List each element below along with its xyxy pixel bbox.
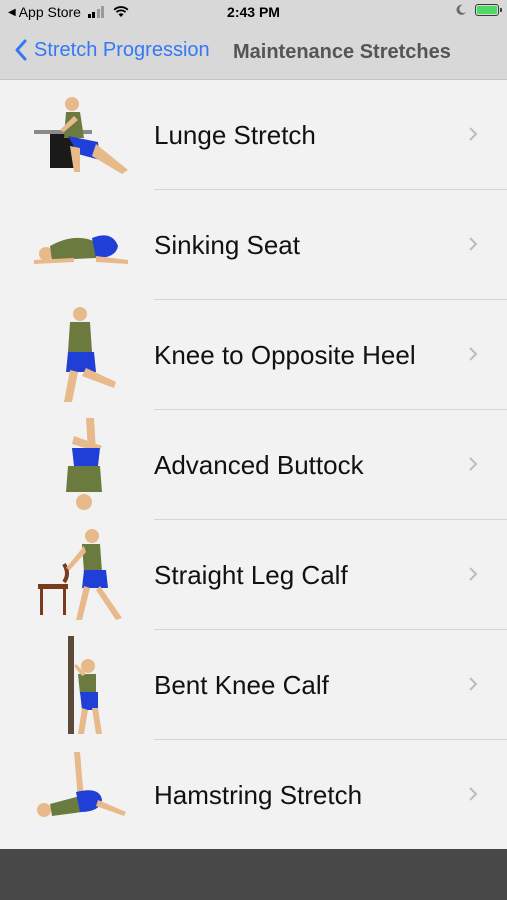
stretch-list: Lunge Stretch Sinking Seat Knee to Oppos… xyxy=(0,80,507,850)
list-item[interactable]: Advanced Buttock xyxy=(0,410,507,520)
chevron-right-icon xyxy=(469,127,478,141)
hamstring-stretch-illustration xyxy=(37,752,126,817)
stretch-label: Straight Leg Calf xyxy=(154,560,348,590)
list-item[interactable]: Bent Knee Calf xyxy=(0,630,507,740)
list-item[interactable]: Knee to Opposite Heel xyxy=(0,300,507,410)
chevron-right-icon xyxy=(469,237,478,251)
chevron-left-icon xyxy=(15,39,27,61)
clock: 2:43 PM xyxy=(227,4,280,20)
back-button-label: Stretch Progression xyxy=(34,38,210,61)
chevron-right-icon xyxy=(469,567,478,581)
stretch-label: Advanced Buttock xyxy=(154,450,364,480)
list-item[interactable]: Sinking Seat xyxy=(0,190,507,300)
list-item[interactable]: Straight Leg Calf xyxy=(0,520,507,630)
list-item[interactable]: Hamstring Stretch xyxy=(0,740,507,850)
status-bar: ◀ App Store 2:43 PM xyxy=(0,0,507,26)
stretch-label: Hamstring Stretch xyxy=(154,780,363,810)
navigation-bar: Stretch Progression Maintenance Stretche… xyxy=(0,26,507,80)
bottom-toolbar xyxy=(0,849,507,900)
lunge-stretch-illustration xyxy=(34,97,128,174)
advanced-buttock-illustration xyxy=(66,418,102,510)
bent-knee-calf-illustration xyxy=(68,636,102,734)
stretch-label: Knee to Opposite Heel xyxy=(154,340,416,370)
list-item[interactable]: Lunge Stretch xyxy=(0,80,507,190)
sinking-seat-illustration xyxy=(34,235,128,264)
chevron-right-icon xyxy=(469,457,478,471)
moon-icon xyxy=(456,4,466,15)
stretch-label: Lunge Stretch xyxy=(154,120,316,150)
straight-leg-calf-illustration xyxy=(38,529,122,620)
page-title: Maintenance Stretches xyxy=(233,41,451,63)
chevron-right-icon xyxy=(469,677,478,691)
chevron-right-icon xyxy=(469,347,478,361)
knee-to-opposite-heel-illustration xyxy=(64,307,116,402)
stretch-label: Sinking Seat xyxy=(154,230,300,260)
battery-icon xyxy=(475,4,502,16)
stretch-label: Bent Knee Calf xyxy=(154,670,329,700)
back-button[interactable]: Stretch Progression xyxy=(14,38,210,62)
chevron-right-icon xyxy=(469,787,478,801)
status-right xyxy=(455,4,502,16)
